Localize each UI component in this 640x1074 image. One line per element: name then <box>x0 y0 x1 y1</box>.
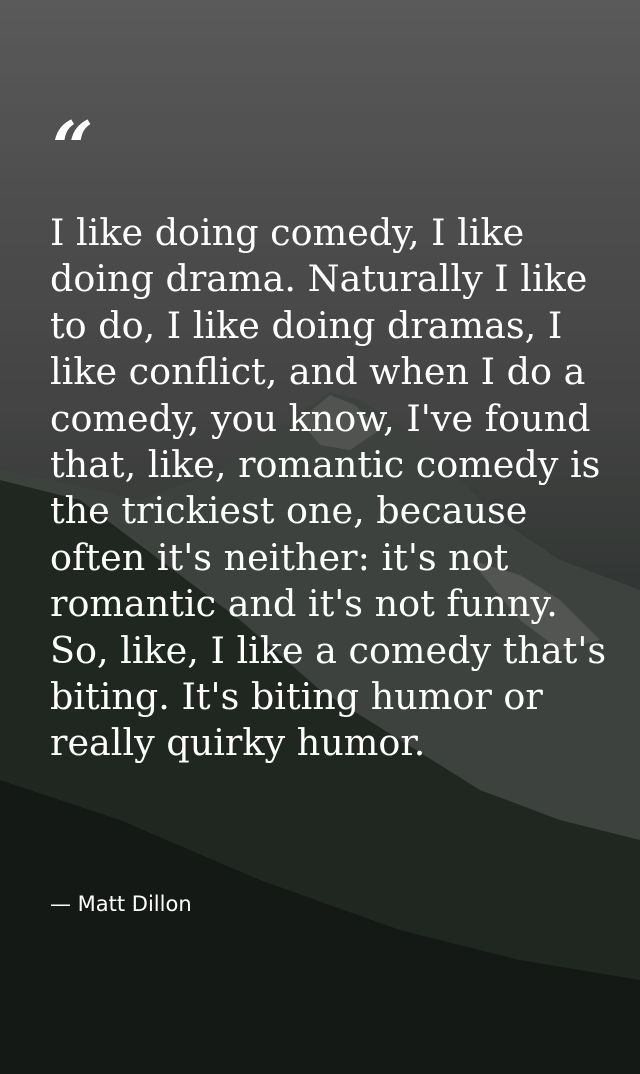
quote-author: — Matt Dillon <box>50 892 192 916</box>
quotation-mark-icon: “ <box>52 105 94 190</box>
quote-card: “ I like doing comedy, I like doing dram… <box>0 0 640 1074</box>
quote-text: I like doing comedy, I like doing drama.… <box>50 211 607 765</box>
